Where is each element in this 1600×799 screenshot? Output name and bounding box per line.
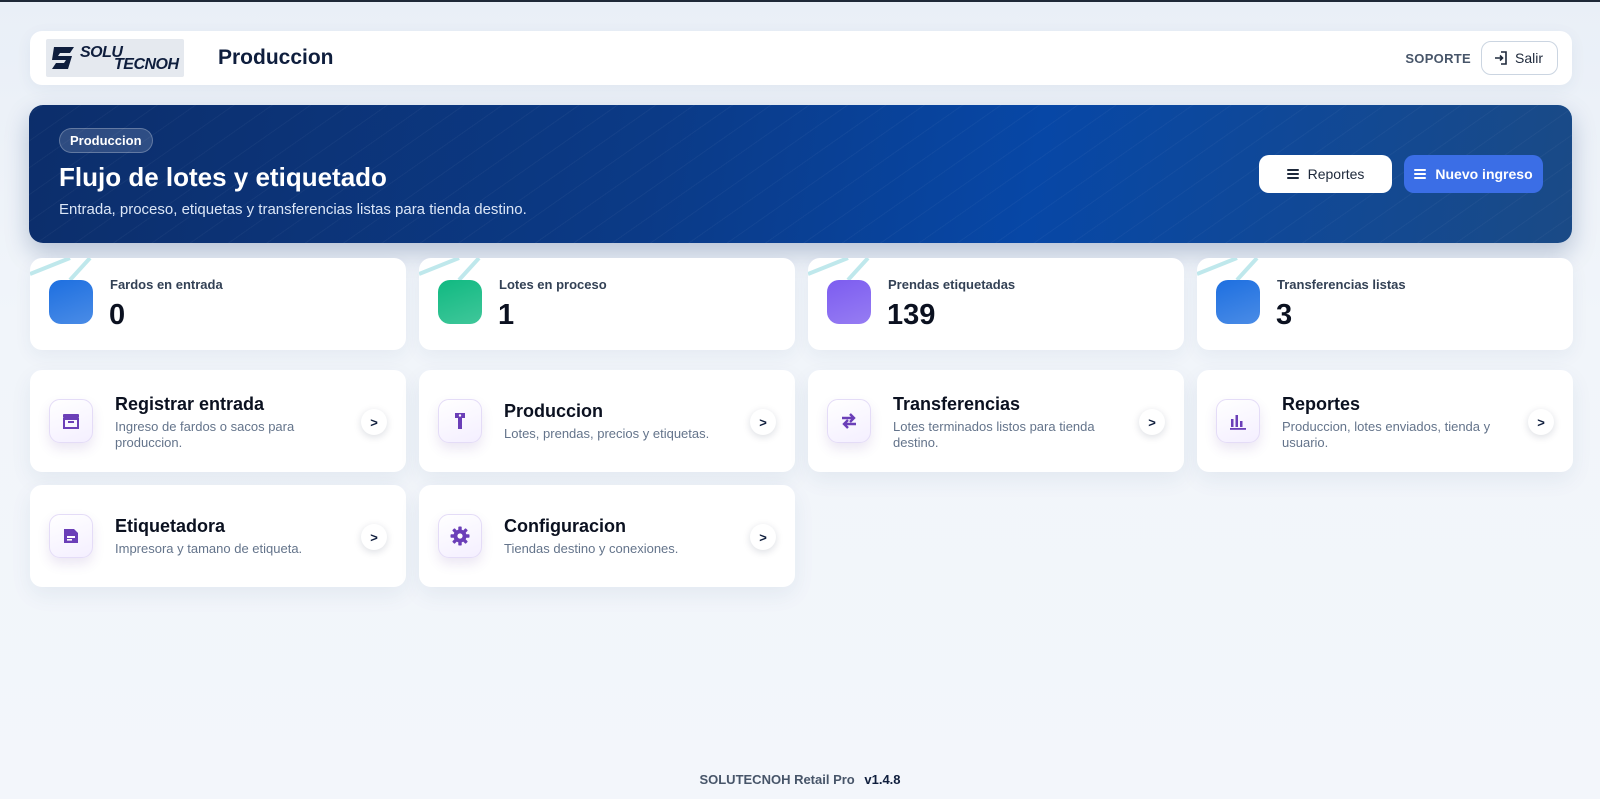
inbox-icon <box>49 399 93 443</box>
new-entry-button-label: Nuevo ingreso <box>1435 166 1533 182</box>
corner-accent <box>1197 258 1259 280</box>
hero-actions: Reportes Nuevo ingreso <box>1259 155 1543 193</box>
corner-accent <box>808 258 870 280</box>
logout-button[interactable]: Salir <box>1480 41 1558 75</box>
card-description: Lotes terminados listos para tienda dest… <box>893 419 1095 450</box>
card-description: Produccion, lotes enviados, tienda y usu… <box>1282 419 1491 450</box>
app-header: SOLU TECNOH Produccion SOPORTE Salir <box>30 31 1572 85</box>
stat-icon-transferencias <box>1216 280 1260 324</box>
card-title: Transferencias <box>893 394 1021 414</box>
corner-accent <box>419 258 481 280</box>
stat-value: 3 <box>1276 299 1293 331</box>
reports-button-label: Reportes <box>1307 166 1365 182</box>
top-border <box>0 0 1600 2</box>
card-title: Configuracion <box>504 516 626 536</box>
card-arrow-button[interactable]: > <box>1139 409 1165 435</box>
card-configuracion[interactable]: Configuracion Tiendas destino y conexion… <box>419 485 795 587</box>
menu-icon <box>1414 169 1427 179</box>
logo-mark-icon <box>52 47 74 69</box>
card-description: Ingreso de fardos o sacos para produccio… <box>115 419 295 450</box>
stat-card-transferencias: Transferencias listas 3 <box>1197 258 1573 350</box>
stat-label: Transferencias listas <box>1277 277 1406 292</box>
stat-value: 139 <box>887 299 936 331</box>
stat-label: Fardos en entrada <box>110 277 223 292</box>
card-description: Lotes, prendas, precios y etiquetas. <box>504 426 710 441</box>
card-description: Tiendas destino y conexiones. <box>504 541 679 556</box>
footer-product: SOLUTECNOH Retail Pro <box>699 772 855 787</box>
hero-subtitle: Entrada, proceso, etiquetas y transferen… <box>59 201 527 218</box>
stat-value: 0 <box>109 299 126 331</box>
card-arrow-button[interactable]: > <box>1528 409 1554 435</box>
card-description: Impresora y tamano de etiqueta. <box>115 541 303 556</box>
company-logo[interactable]: SOLU TECNOH <box>46 39 184 77</box>
stat-card-prendas: Prendas etiquetadas 139 <box>808 258 1184 350</box>
stat-value: 1 <box>498 299 515 331</box>
card-arrow-button[interactable]: > <box>361 409 387 435</box>
logo-text-bottom: TECNOH <box>114 56 179 73</box>
hero-title: Flujo de lotes y etiquetado <box>59 162 387 192</box>
stat-label: Lotes en proceso <box>499 277 607 292</box>
header-actions: SOPORTE Salir <box>1405 41 1558 75</box>
label-icon <box>49 514 93 558</box>
menu-icon <box>1286 169 1299 179</box>
footer-version: v1.4.8 <box>864 772 901 787</box>
app-footer: SOLUTECNOH Retail Pro v1.4.8 <box>0 772 1600 787</box>
hero-banner: Produccion Flujo de lotes y etiquetado E… <box>29 105 1572 243</box>
page-title: Produccion <box>218 46 334 69</box>
card-reportes[interactable]: Reportes Produccion, lotes enviados, tie… <box>1197 370 1573 472</box>
logout-icon <box>1494 51 1507 65</box>
card-title: Etiquetadora <box>115 516 226 536</box>
stat-icon-lotes <box>438 280 482 324</box>
card-title: Reportes <box>1282 394 1361 414</box>
card-arrow-button[interactable]: > <box>750 524 776 550</box>
stat-card-fardos: Fardos en entrada 0 <box>30 258 406 350</box>
card-transferencias[interactable]: Transferencias Lotes terminados listos p… <box>808 370 1184 472</box>
stat-icon-prendas <box>827 280 871 324</box>
gear-icon <box>438 514 482 558</box>
bar-chart-icon <box>1216 399 1260 443</box>
card-arrow-button[interactable]: > <box>361 524 387 550</box>
card-title: Produccion <box>504 401 604 421</box>
card-registrar-entrada[interactable]: Registrar entrada Ingreso de fardos o sa… <box>30 370 406 472</box>
corner-accent <box>30 258 92 280</box>
logout-label: Salir <box>1514 50 1543 66</box>
new-entry-button[interactable]: Nuevo ingreso <box>1404 155 1543 193</box>
reports-button[interactable]: Reportes <box>1259 155 1392 193</box>
card-arrow-button[interactable]: > <box>750 409 776 435</box>
support-link[interactable]: SOPORTE <box>1405 51 1471 66</box>
stat-icon-fardos <box>49 280 93 324</box>
stat-label: Prendas etiquetadas <box>888 277 1016 292</box>
card-title: Registrar entrada <box>115 394 265 414</box>
card-etiquetadora[interactable]: Etiquetadora Impresora y tamano de etiqu… <box>30 485 406 587</box>
card-produccion[interactable]: Produccion Lotes, prendas, precios y eti… <box>419 370 795 472</box>
section-badge: Produccion <box>59 128 153 153</box>
tag-icon <box>438 399 482 443</box>
transfer-icon <box>827 399 871 443</box>
stat-card-lotes: Lotes en proceso 1 <box>419 258 795 350</box>
